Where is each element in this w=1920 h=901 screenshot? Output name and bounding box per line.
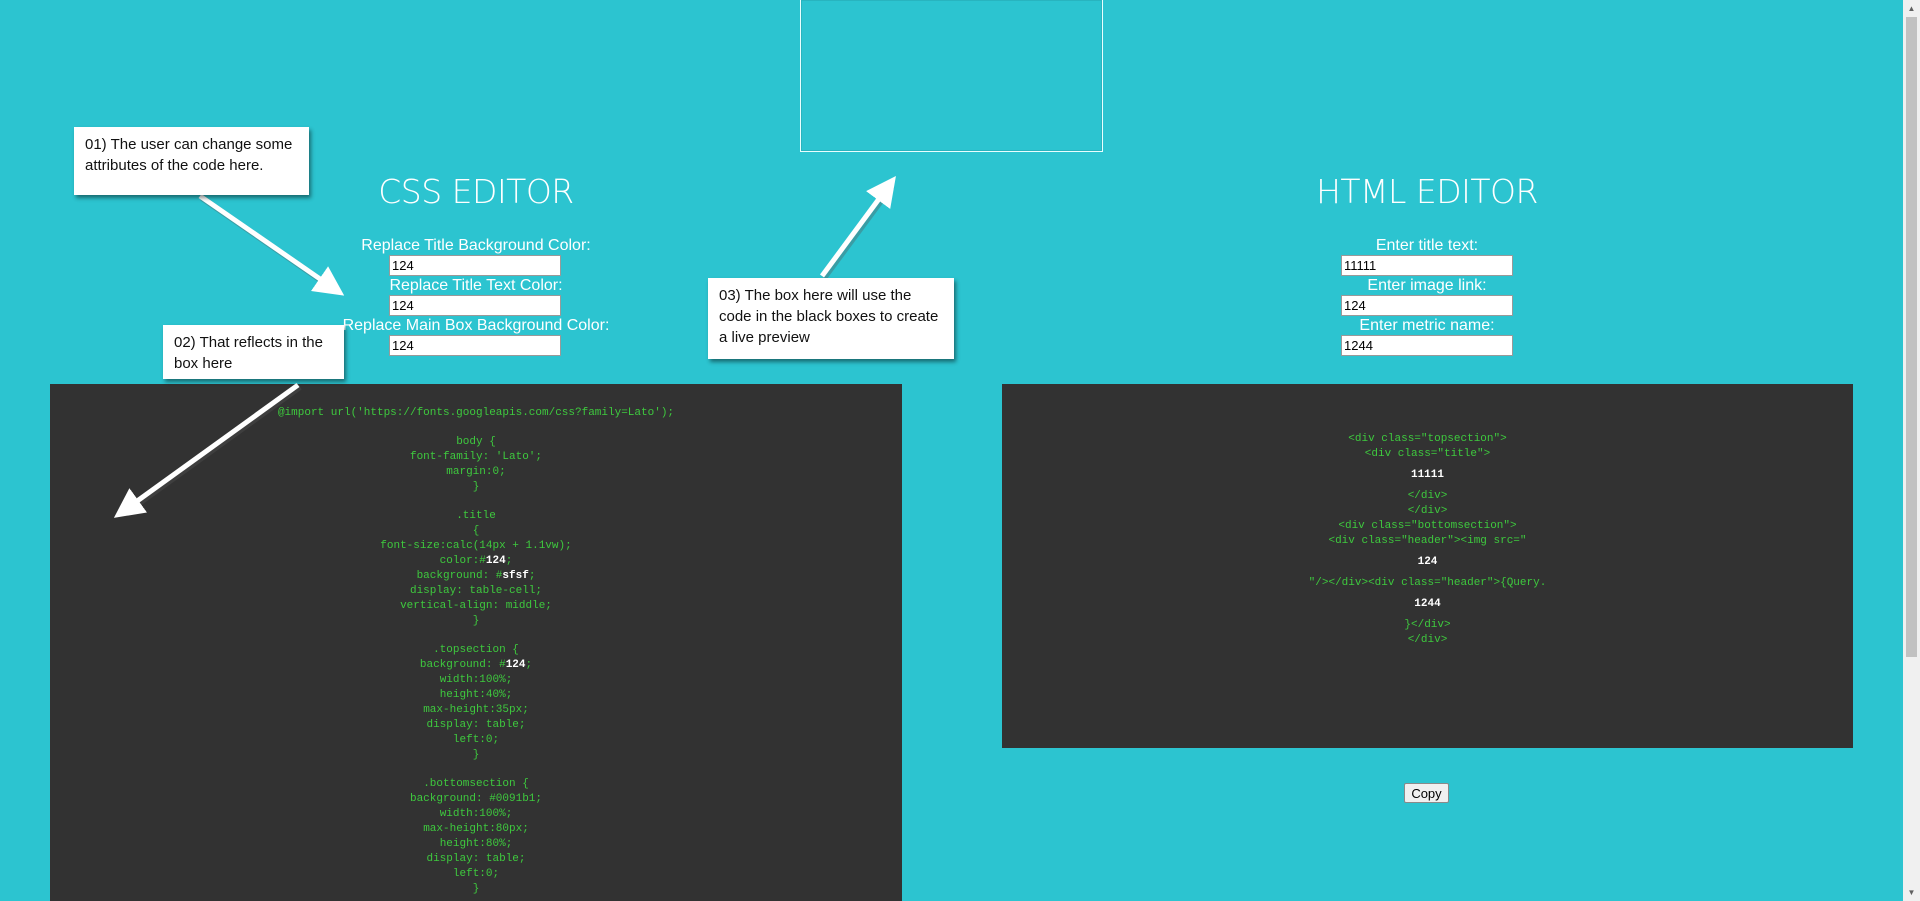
code-line: max-height:80px; [423, 823, 529, 835]
live-preview-box [800, 0, 1103, 152]
code-line: display: table; [426, 719, 526, 731]
css-editor-title: CSS EDITOR [378, 172, 574, 211]
code-line: <div class="bottomsection"> [1338, 520, 1517, 532]
code-line: .title [456, 510, 496, 522]
code-line: } [472, 615, 480, 627]
code-line: height:40%; [439, 689, 513, 701]
code-line: } [472, 481, 480, 493]
code-line: width:100%; [439, 674, 513, 686]
html-editor-title: HTML EDITOR [1316, 172, 1538, 211]
html-code-box: <div class="topsection"> <div class="tit… [1002, 384, 1853, 748]
code-text: background: # [419, 659, 506, 671]
code-text: ; [525, 659, 533, 671]
code-text: color:# [439, 555, 486, 567]
code-line: height:80%; [439, 838, 513, 850]
code-line: display: table; [426, 853, 526, 865]
code-line: }</div> [1404, 619, 1451, 631]
code-line: background: #0091b1; [409, 793, 543, 805]
code-line: .topsection { [433, 644, 519, 656]
code-line: width:100%; [439, 808, 513, 820]
scroll-up-icon[interactable]: ▲ [1903, 0, 1920, 17]
code-line: left:0; [452, 868, 500, 880]
code-line: vertical-align: middle; [400, 600, 552, 612]
image-link-label: Enter image link: [1367, 277, 1487, 294]
code-text: ; [528, 570, 536, 582]
metric-name-label: Enter metric name: [1359, 317, 1495, 334]
title-text-color-value: 124 [485, 555, 506, 567]
code-line: left:0; [452, 734, 500, 746]
code-line: } [472, 749, 480, 761]
title-background-value: sfsf [502, 570, 529, 582]
main-box-background-value: 124 [505, 659, 526, 671]
code-line: @import url('https://fonts.googleapis.co… [277, 407, 675, 419]
callout-1: 01) The user can change some attributes … [74, 127, 309, 195]
title-text-input[interactable] [1341, 255, 1513, 276]
callout-2: 02) That reflects in the box here [163, 325, 344, 379]
metric-name-input[interactable] [1341, 335, 1513, 356]
title-text-label: Enter title text: [1375, 237, 1479, 254]
code-line: } [472, 883, 480, 895]
code-line: <div class="title"> [1364, 448, 1491, 460]
vertical-scrollbar[interactable]: ▲ ▼ [1903, 0, 1920, 901]
title-background-color-input[interactable] [389, 255, 561, 276]
title-text-color-label: Replace Title Text Color: [389, 277, 563, 294]
code-line: </div> [1407, 505, 1448, 517]
title-text-value: 11111 [1410, 469, 1444, 481]
callout-3: 03) The box here will use the code in th… [708, 278, 954, 359]
code-text: ; [505, 555, 513, 567]
code-line: font-size:calc(14px + 1.1vw); [380, 540, 572, 552]
code-text: background: # [416, 570, 503, 582]
code-line: </div> [1407, 634, 1448, 646]
copy-button[interactable]: Copy [1404, 783, 1449, 803]
code-line: <div class="header"><img src=" [1328, 535, 1527, 547]
code-line: color:#124; [50, 554, 902, 569]
main-box-background-color-label: Replace Main Box Background Color: [342, 317, 610, 334]
metric-name-value: 1244 [1414, 598, 1441, 610]
scroll-down-icon[interactable]: ▼ [1903, 884, 1920, 901]
code-line: display: table-cell; [409, 585, 543, 597]
image-link-value: 124 [1417, 556, 1438, 568]
code-line: <div class="topsection"> [1348, 433, 1507, 445]
code-line: max-height:35px; [423, 704, 529, 716]
css-code-box: @import url('https://fonts.googleapis.co… [50, 384, 902, 901]
code-line: body { [456, 436, 496, 448]
image-link-input[interactable] [1341, 295, 1513, 316]
arrow-to-preview-box [819, 175, 896, 280]
main-box-background-color-input[interactable] [389, 335, 561, 356]
code-line: margin:0; [446, 466, 506, 478]
code-line: background: #sfsf; [50, 569, 902, 584]
code-line: font-family: 'Lato'; [409, 451, 543, 463]
scrollbar-thumb[interactable] [1906, 17, 1917, 657]
code-line: { [472, 525, 480, 537]
code-line: "/></div><div class="header">{Query. [1308, 577, 1547, 589]
title-background-color-label: Replace Title Background Color: [361, 237, 591, 254]
code-line: background: #124; [50, 658, 902, 673]
code-line: </div> [1407, 490, 1448, 502]
code-line: .bottomsection { [423, 778, 529, 790]
title-text-color-input[interactable] [389, 295, 561, 316]
